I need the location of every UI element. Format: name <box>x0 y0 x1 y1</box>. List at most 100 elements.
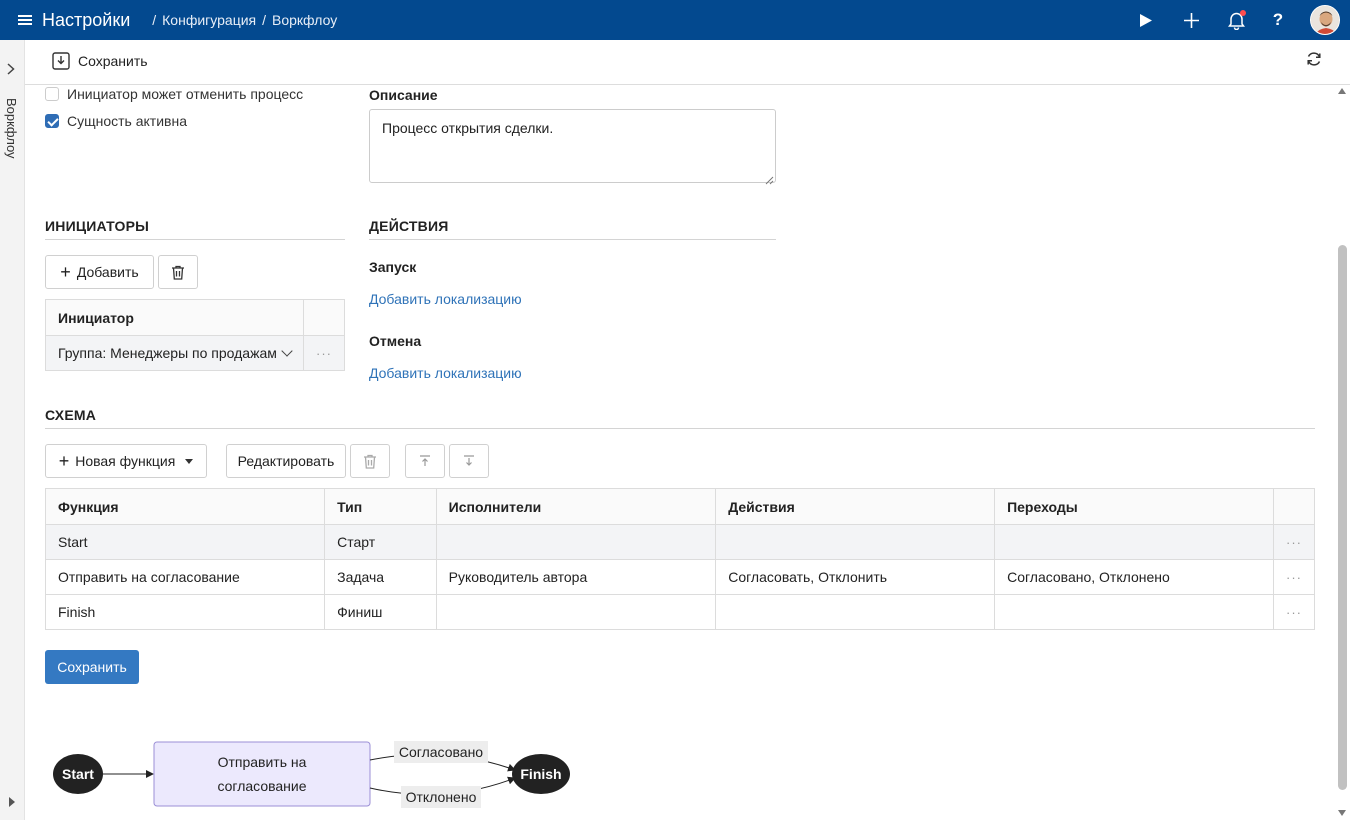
app-title: Настройки <box>42 9 131 30</box>
breadcrumb-separator-icon: / <box>262 12 266 28</box>
row-more-icon[interactable]: ··· <box>1272 559 1316 595</box>
cell-transitions: Согласовано, Отклонено <box>994 559 1274 595</box>
table-row[interactable]: Finish Финиш ··· <box>44 594 1316 630</box>
menu-icon[interactable] <box>18 15 32 25</box>
schema-table: Функция Тип Исполнители Действия Переход… <box>44 488 1316 630</box>
cell-actions <box>715 594 996 630</box>
bell-icon[interactable] <box>1226 10 1246 30</box>
scroll-down-arrow-icon[interactable] <box>1338 810 1346 816</box>
new-function-label: Новая функция <box>75 453 176 469</box>
toolbar-save-label: Сохранить <box>78 53 148 69</box>
diagram-finish-label: Finish <box>520 766 561 782</box>
table-row[interactable]: Start Старт ··· <box>44 524 1316 560</box>
help-icon[interactable]: ? <box>1268 10 1288 30</box>
new-function-button[interactable]: + Новая функция <box>45 444 207 478</box>
initiator-select[interactable]: Группа: Менеджеры по продажам <box>45 335 304 371</box>
move-down-button[interactable] <box>449 444 489 478</box>
breadcrumb-separator-icon: / <box>152 12 157 28</box>
actions-section-title: ДЕЙСТВИЯ <box>369 218 449 234</box>
scroll-up-arrow-icon[interactable] <box>1338 88 1346 94</box>
column-header-initiator[interactable]: Инициатор <box>45 299 304 336</box>
schema-section-title: СХЕМА <box>45 407 97 423</box>
cell-executors <box>435 524 717 560</box>
chevron-down-icon[interactable] <box>281 345 293 357</box>
can-cancel-option[interactable]: Инициатор может отменить процесс <box>45 86 303 102</box>
diagram-task-label-line1: Отправить на <box>218 754 307 770</box>
breadcrumb: / Конфигурация / Воркфлоу <box>152 12 337 28</box>
add-initiator-button[interactable]: + Добавить <box>45 255 154 289</box>
delete-function-button[interactable] <box>350 444 390 478</box>
expand-panel-chevron-icon[interactable] <box>7 62 15 78</box>
initiators-divider <box>45 239 345 240</box>
entity-active-label: Сущность активна <box>67 113 187 129</box>
breadcrumb-configuration[interactable]: Конфигурация <box>162 12 256 28</box>
cell-executors <box>435 594 717 630</box>
move-up-button[interactable] <box>405 444 445 478</box>
play-icon[interactable] <box>1136 10 1156 30</box>
save-button[interactable]: Сохранить <box>45 650 139 684</box>
diagram-node-start[interactable]: Start <box>53 754 103 794</box>
description-label: Описание <box>369 87 438 103</box>
table-row[interactable]: Отправить на согласование Задача Руковод… <box>44 559 1316 595</box>
left-side-panel: Воркфлоу <box>0 40 25 820</box>
cell-function: Finish <box>44 594 326 630</box>
column-header-actions[interactable]: Действия <box>715 488 996 525</box>
cell-function: Start <box>44 524 326 560</box>
cell-executors: Руководитель автора <box>435 559 717 595</box>
panel-scroll-right-icon[interactable] <box>8 797 16 810</box>
cell-type: Старт <box>324 524 437 560</box>
caret-down-icon <box>185 458 194 464</box>
breadcrumb-workflow[interactable]: Воркфлоу <box>272 12 337 28</box>
move-down-icon <box>464 455 474 466</box>
row-more-icon[interactable]: ··· <box>1272 594 1316 630</box>
can-cancel-label: Инициатор может отменить процесс <box>67 86 304 102</box>
notification-badge <box>1240 10 1246 16</box>
diagram-node-task[interactable]: Отправить на согласование <box>153 741 371 807</box>
start-action-label: Запуск <box>369 259 417 275</box>
start-add-localization-link[interactable]: Добавить локализацию <box>369 291 522 307</box>
scrollbar-thumb[interactable] <box>1338 245 1347 790</box>
entity-active-option[interactable]: Сущность активна <box>45 113 187 129</box>
row-more-icon[interactable]: ··· <box>303 335 345 371</box>
diagram-edge-rejected-label: Отклонено <box>406 789 477 805</box>
vertical-scrollbar[interactable] <box>1335 85 1350 820</box>
toolbar: Сохранить <box>25 40 1350 85</box>
description-textarea[interactable]: Процесс открытия сделки. <box>369 109 776 183</box>
avatar[interactable] <box>1310 5 1340 35</box>
add-initiator-label: Добавить <box>76 264 139 280</box>
diagram-node-finish[interactable]: Finish <box>512 754 570 794</box>
entity-active-checkbox[interactable] <box>45 114 59 128</box>
column-header-executors[interactable]: Исполнители <box>435 488 717 525</box>
refresh-icon[interactable] <box>1306 51 1322 72</box>
panel-label-workflow[interactable]: Воркфлоу <box>4 98 19 159</box>
row-more-icon[interactable]: ··· <box>1272 524 1316 560</box>
workflow-diagram: Start Отправить на согласование Согласов… <box>53 741 570 808</box>
cell-type: Задача <box>324 559 437 595</box>
table-row[interactable]: Группа: Менеджеры по продажам ··· <box>45 335 345 371</box>
cancel-add-localization-link[interactable]: Добавить локализацию <box>369 365 522 381</box>
diagram-task-label-line2: согласование <box>217 778 306 794</box>
cell-transitions <box>994 524 1274 560</box>
column-header-transitions[interactable]: Переходы <box>994 488 1274 525</box>
diagram-start-label: Start <box>62 766 94 782</box>
schema-divider <box>45 428 1315 429</box>
save-icon <box>52 52 70 70</box>
actions-divider <box>369 239 776 240</box>
top-header: Настройки / Конфигурация / Воркфлоу ? <box>0 0 1350 40</box>
plus-icon[interactable] <box>1181 10 1201 30</box>
cell-function: Отправить на согласование <box>44 559 326 595</box>
column-header-actions <box>303 299 345 336</box>
trash-icon <box>364 454 376 469</box>
column-header-function[interactable]: Функция <box>44 488 326 525</box>
cell-type: Финиш <box>324 594 437 630</box>
toolbar-save-button[interactable]: Сохранить <box>52 52 148 70</box>
textarea-resize-grip-icon[interactable] <box>765 172 774 185</box>
edit-function-button[interactable]: Редактировать <box>226 444 346 478</box>
column-header-more <box>1272 488 1316 525</box>
can-cancel-checkbox[interactable] <box>45 87 59 101</box>
initiator-value: Группа: Менеджеры по продажам <box>58 345 277 361</box>
column-header-type[interactable]: Тип <box>324 488 437 525</box>
plus-icon: + <box>58 451 70 471</box>
delete-initiator-button[interactable] <box>158 255 198 289</box>
move-up-icon <box>420 455 430 466</box>
